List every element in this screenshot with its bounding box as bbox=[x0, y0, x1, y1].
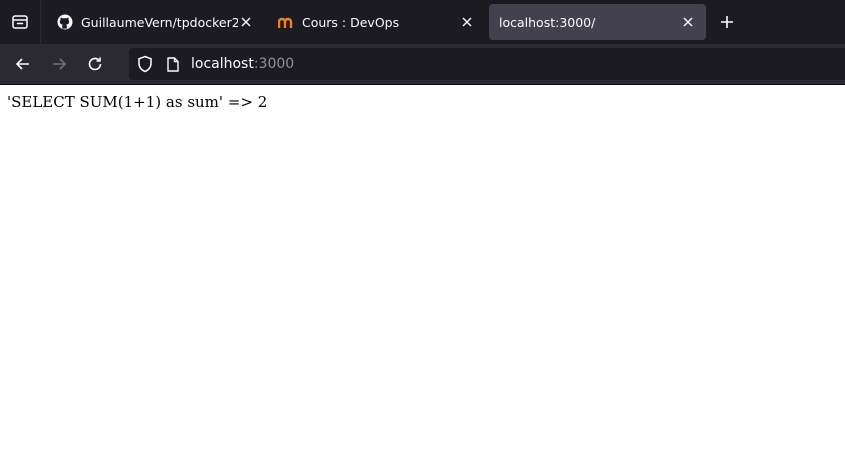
back-button[interactable] bbox=[5, 46, 41, 82]
tab-title: Cours : DevOps bbox=[302, 14, 400, 30]
close-icon[interactable] bbox=[238, 14, 254, 30]
firefox-view-button[interactable] bbox=[0, 0, 41, 44]
navigation-toolbar: localhost:3000 bbox=[0, 44, 845, 85]
page-content: 'SELECT SUM(1+1) as sum' => 2 bbox=[0, 85, 845, 119]
arrow-right-icon bbox=[53, 58, 67, 70]
arrow-left-icon bbox=[15, 58, 29, 70]
address-bar[interactable]: localhost:3000 bbox=[129, 48, 845, 80]
firefox-view-icon bbox=[12, 15, 28, 29]
new-tab-button[interactable] bbox=[712, 7, 742, 37]
tab-title: localhost:3000/ bbox=[499, 14, 596, 30]
moodle-icon bbox=[278, 14, 294, 30]
tab-bar: GuillaumeVern/tpdocker2 Cours : DevOps l… bbox=[0, 0, 845, 44]
url-host: localhost bbox=[191, 56, 254, 72]
tab-github[interactable]: GuillaumeVern/tpdocker2 bbox=[47, 4, 264, 40]
close-icon[interactable] bbox=[459, 14, 475, 30]
reload-button[interactable] bbox=[77, 46, 113, 82]
close-icon[interactable] bbox=[680, 14, 696, 30]
tracking-protection-shield-icon[interactable] bbox=[129, 55, 161, 73]
tab-moodle[interactable]: Cours : DevOps bbox=[268, 4, 485, 40]
github-icon bbox=[57, 14, 73, 30]
tab-localhost[interactable]: localhost:3000/ bbox=[489, 4, 706, 40]
query-result-text: 'SELECT SUM(1+1) as sum' => 2 bbox=[7, 93, 268, 111]
plus-icon bbox=[721, 16, 733, 28]
page-info-icon[interactable] bbox=[163, 56, 183, 72]
url-port: :3000 bbox=[253, 56, 295, 72]
forward-button[interactable] bbox=[41, 46, 77, 82]
reload-icon bbox=[88, 57, 102, 71]
url-text[interactable]: localhost:3000 bbox=[191, 56, 294, 72]
tab-title: GuillaumeVern/tpdocker2 bbox=[81, 14, 238, 30]
